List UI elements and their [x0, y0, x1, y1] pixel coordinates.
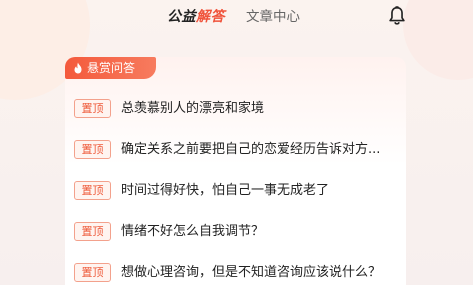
header: 公益解答 文章中心: [0, 0, 473, 38]
question-row[interactable]: 置顶 确定关系之前要把自己的恋爱经历告诉对方...: [74, 138, 404, 162]
question-text: 情绪不好怎么自我调节？: [121, 224, 265, 239]
pinned-badge: 置顶: [74, 222, 111, 241]
pinned-badge: 置顶: [74, 263, 111, 282]
flame-icon: [74, 62, 82, 74]
section-title: 悬赏问答: [87, 61, 136, 75]
bell-icon[interactable]: [386, 5, 408, 27]
question-text: 想做心理咨询，但是不知道咨询应该说什么？: [121, 265, 382, 280]
pinned-badge: 置顶: [74, 99, 111, 118]
tab-article-center[interactable]: 文章中心: [246, 7, 300, 27]
question-row[interactable]: 置顶 时间过得好快，怕自己一事无成老了: [74, 179, 404, 203]
tab-label-part1: 公益: [167, 9, 196, 25]
section-tag-reward-qa: 悬赏问答: [65, 57, 156, 79]
question-row[interactable]: 置顶 总羡慕别人的漂亮和家境: [74, 97, 404, 121]
question-text: 总羡慕别人的漂亮和家境: [121, 101, 265, 116]
question-row[interactable]: 置顶 情绪不好怎么自我调节？: [74, 220, 404, 244]
question-row[interactable]: 置顶 想做心理咨询，但是不知道咨询应该说什么？: [74, 261, 404, 285]
reward-qa-card: [65, 57, 406, 285]
question-text: 确定关系之前要把自己的恋爱经历告诉对方...: [121, 142, 381, 157]
pinned-badge: 置顶: [74, 140, 111, 159]
pinned-badge: 置顶: [74, 181, 111, 200]
tab-label-part2: 解答: [196, 9, 225, 25]
tab-public-answers[interactable]: 公益解答: [167, 7, 225, 27]
question-text: 时间过得好快，怕自己一事无成老了: [121, 183, 330, 198]
page: 公益解答 文章中心 悬赏问答 置顶 总羡慕别人的漂亮和家境 置顶 确定关系之前要…: [0, 0, 473, 285]
